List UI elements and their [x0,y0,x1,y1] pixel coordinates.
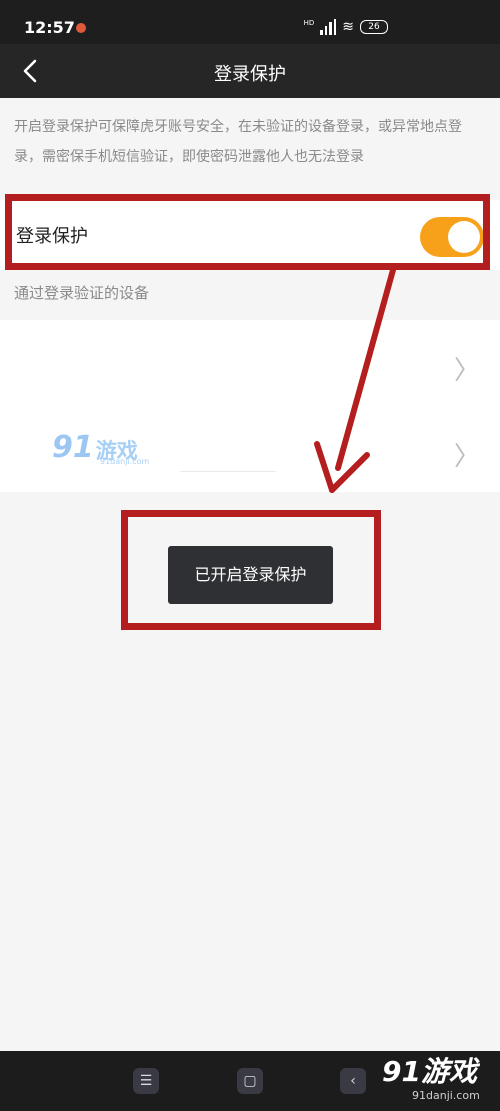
wifi-icon: ≋ [342,19,354,35]
device-item[interactable]: 〉 [0,320,500,406]
watermark-logo: 91 游戏 91danji.com [52,430,149,466]
battery-icon: 26 [360,20,388,34]
brand-number: 91 [382,1055,421,1088]
watermark-number: 91 [52,430,94,465]
nav-bar: 登录保护 [0,44,500,98]
status-time: 12:57 [24,18,75,37]
status-icons: HD ≋ 26 [304,19,388,35]
brand-sub: 91danji.com [412,1089,480,1102]
back-icon[interactable]: ‹ [340,1068,366,1094]
chevron-right-icon: 〉 [453,356,480,386]
hd-label: HD [303,19,315,27]
status-bar: 12:57 HD ≋ 26 [0,0,500,44]
brand-logo: 91游戏 91danji.com [382,1055,480,1102]
brand-text: 游戏 [420,1055,477,1088]
chevron-right-icon: 〉 [453,442,480,472]
signal-icon [320,19,337,35]
menu-icon[interactable]: ☰ [133,1068,159,1094]
page-title: 登录保护 [214,64,286,85]
devices-list: 〉 〉 [0,320,500,492]
annotation-box-toast [121,510,381,630]
home-icon[interactable]: ▢ [237,1068,263,1094]
description-text: 开启登录保护可保障虎牙账号安全，在未验证的设备登录，或异常地点登录，需密保手机短… [14,119,462,165]
divider [180,471,276,472]
watermark-sub: 91danji.com [100,457,150,466]
notification-icon [76,23,86,33]
verified-devices-header: 通过登录验证的设备 [14,284,150,302]
annotation-box-toggle [5,194,490,270]
